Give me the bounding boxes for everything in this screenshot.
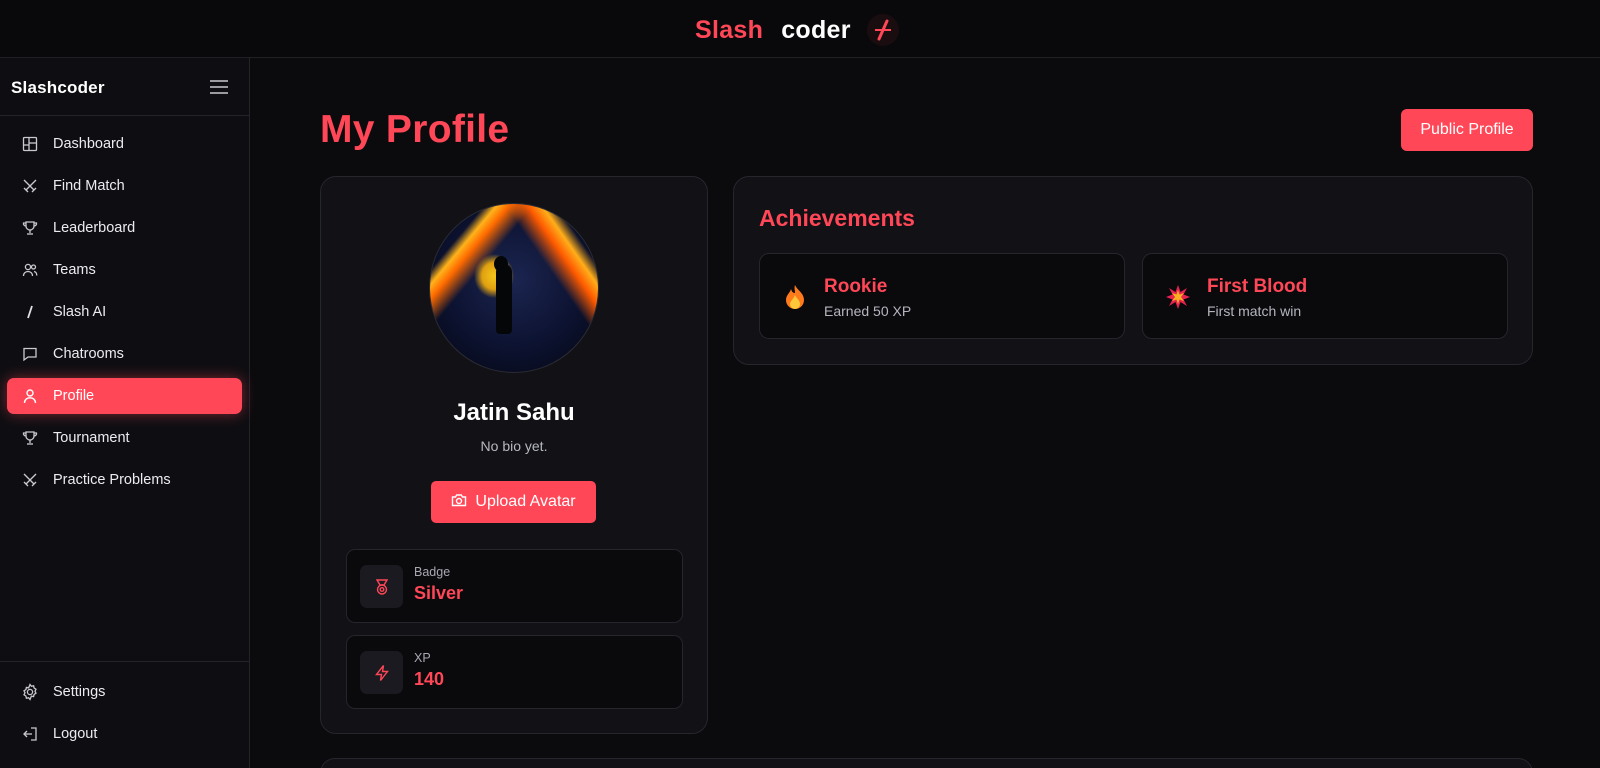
sidebar-item-leaderboard[interactable]: Leaderboard xyxy=(7,210,242,246)
sidebar-divider xyxy=(0,661,250,662)
swords-icon xyxy=(21,177,39,195)
medal-icon xyxy=(360,565,403,608)
trophy-icon xyxy=(21,219,39,237)
achievements-title: Achievements xyxy=(759,205,915,231)
stat-value: Silver xyxy=(414,583,464,603)
sidebar-title: Slashcoder xyxy=(11,78,105,97)
achievement-desc: Earned 50 XP xyxy=(824,303,912,319)
sidebar: Slashcoder Dashboard Find Match Leaderbo… xyxy=(0,58,250,768)
user-bio: No bio yet. xyxy=(480,438,548,454)
dashboard-icon xyxy=(21,135,39,153)
sidebar-item-profile[interactable]: Profile xyxy=(7,378,242,414)
sidebar-item-dashboard[interactable]: Dashboard xyxy=(7,126,242,162)
achievements-card: Achievements Rookie Earned 50 XP First B… xyxy=(733,176,1533,365)
chat-icon xyxy=(21,345,39,363)
sidebar-item-label: Find Match xyxy=(53,178,125,194)
sidebar-item-label: Leaderboard xyxy=(53,220,136,236)
logout-icon xyxy=(21,725,39,743)
avatar-figure-head xyxy=(494,256,508,272)
sidebar-item-tournament[interactable]: Tournament xyxy=(7,420,242,456)
sidebar-item-label: Slash AI xyxy=(53,304,107,320)
badge-stat: Badge Silver xyxy=(346,549,683,623)
stat-label: XP xyxy=(414,651,431,665)
brand[interactable]: Slash coder xyxy=(695,14,899,46)
explosion-icon xyxy=(1165,284,1191,310)
sidebar-item-label: Teams xyxy=(53,262,96,278)
stat-label: Badge xyxy=(414,565,451,579)
top-bar: Slash coder xyxy=(0,0,1600,58)
achievement-desc: First match win xyxy=(1207,303,1302,319)
achievement-name: First Blood xyxy=(1207,276,1308,297)
brand-slash-text: Slash xyxy=(695,15,764,44)
user-name: Jatin Sahu xyxy=(453,399,575,426)
brand-coder-text: coder xyxy=(781,15,851,44)
trophy-icon xyxy=(21,429,39,447)
achievement-item: Rookie Earned 50 XP xyxy=(759,253,1125,339)
slash-logo-icon xyxy=(866,14,899,46)
sidebar-item-label: Dashboard xyxy=(53,136,124,152)
xp-stat: XP 140 xyxy=(346,635,683,709)
sidebar-item-label: Tournament xyxy=(53,430,130,446)
sidebar-item-label: Practice Problems xyxy=(53,472,171,488)
profile-card: Jatin Sahu No bio yet. Upload Avatar Bad… xyxy=(320,176,708,734)
sidebar-item-chatrooms[interactable]: Chatrooms xyxy=(7,336,242,372)
fire-icon xyxy=(782,284,808,310)
bottom-card xyxy=(320,758,1533,768)
user-icon xyxy=(21,387,39,405)
sidebar-item-practice-problems[interactable]: Practice Problems xyxy=(7,462,242,498)
sidebar-item-logout[interactable]: Logout xyxy=(7,716,242,752)
achievement-name: Rookie xyxy=(824,276,888,297)
swords-icon xyxy=(21,471,39,489)
hamburger-menu-icon[interactable] xyxy=(208,78,230,96)
sidebar-item-slash-ai[interactable]: Slash AI xyxy=(7,294,242,330)
sidebar-item-settings[interactable]: Settings xyxy=(7,674,242,710)
sidebar-item-label: Profile xyxy=(53,388,95,404)
sidebar-item-label: Chatrooms xyxy=(53,346,124,362)
upload-avatar-label: Upload Avatar xyxy=(475,493,576,510)
sidebar-item-label: Settings xyxy=(53,684,106,700)
upload-avatar-button[interactable]: Upload Avatar xyxy=(431,481,596,523)
stat-value: 140 xyxy=(414,669,445,689)
sidebar-item-find-match[interactable]: Find Match xyxy=(7,168,242,204)
page-title: My Profile xyxy=(320,108,510,151)
achievement-item: First Blood First match win xyxy=(1142,253,1508,339)
slash-icon xyxy=(21,303,39,321)
sidebar-item-teams[interactable]: Teams xyxy=(7,252,242,288)
camera-icon xyxy=(451,493,467,512)
sidebar-header: Slashcoder xyxy=(0,58,250,116)
avatar xyxy=(429,203,599,373)
users-icon xyxy=(21,261,39,279)
gear-icon xyxy=(21,683,39,701)
public-profile-button[interactable]: Public Profile xyxy=(1401,109,1533,151)
sidebar-item-label: Logout xyxy=(53,726,98,742)
lightning-icon xyxy=(360,651,403,694)
avatar-figure xyxy=(496,264,512,334)
